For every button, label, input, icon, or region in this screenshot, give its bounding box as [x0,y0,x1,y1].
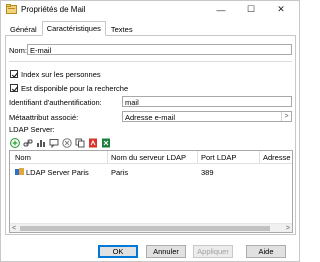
divider [9,61,292,62]
row-server: Paris [111,168,129,177]
chevron-right-icon: > [281,112,291,121]
column-header-server[interactable]: Nom du serveur LDAP [111,153,186,162]
column-header-address[interactable]: Adresse ra [263,153,292,162]
column-divider [259,151,260,164]
scroll-left-icon[interactable]: < [12,224,16,232]
excel-icon[interactable] [101,138,111,148]
name-label: Nom: [9,46,27,55]
close-button[interactable]: ✕ [267,1,295,18]
pdf-icon[interactable] [88,138,98,148]
scroll-right-icon[interactable]: > [286,224,290,232]
remove-icon[interactable] [62,138,72,148]
app-icon [6,4,17,14]
cancel-button[interactable]: Annuler [146,245,186,258]
add-icon[interactable] [10,138,20,148]
auth-label: Identifiant d'authentification: [9,98,102,107]
maximize-button[interactable]: ☐ [237,1,265,18]
window-title: Propriétés de Mail [21,5,86,14]
column-header-port[interactable]: Port LDAP [201,153,236,162]
table-row[interactable]: LDAP Server Paris Paris 389 [10,165,292,185]
dialog-footer: OK Annuler Appliquer Aide [1,241,299,262]
name-field[interactable]: E-mail [27,44,292,55]
comment-icon[interactable] [49,138,59,149]
index-label: Index sur les personnes [21,70,101,79]
tab-strip: Général Caractéristiques Textes [5,21,138,36]
meta-label: Métaattribut associé: [9,113,79,122]
ldap-server-table: Nom Nom du serveur LDAP Port LDAP Adress… [9,150,293,233]
properties-dialog: Propriétés de Mail — ☐ ✕ Général Caracté… [0,0,300,262]
meta-select[interactable]: Adresse e-mail > [122,111,292,122]
search-checkbox[interactable] [10,84,19,92]
ldap-toolbar [10,138,111,150]
tab-general[interactable]: Général [5,22,42,35]
column-header-name[interactable]: Nom [15,153,31,162]
meta-select-value: Adresse e-mail [125,113,176,122]
column-divider [197,151,198,164]
index-checkbox[interactable] [10,70,19,78]
ok-button[interactable]: OK [98,245,138,258]
tab-caracteristiques[interactable]: Caractéristiques [41,21,106,36]
ldap-label: LDAP Server: [9,125,55,134]
scroll-thumb[interactable] [20,226,270,231]
row-port: 389 [201,168,214,177]
auth-field[interactable]: mail [122,96,292,107]
horizontal-scrollbar[interactable]: < > [10,223,292,232]
tab-panel: Nom: E-mail Index sur les personnes Est … [5,35,296,235]
ldap-server-icon [15,168,24,176]
apply-button[interactable]: Appliquer [193,245,233,258]
table-header: Nom Nom du serveur LDAP Port LDAP Adress… [10,151,292,164]
row-name: LDAP Server Paris [26,168,89,177]
link-icon[interactable] [23,138,33,148]
title-bar: Propriétés de Mail — ☐ ✕ [1,1,299,18]
tab-textes[interactable]: Textes [106,22,138,35]
search-label: Est disponible pour la recherche [21,84,129,93]
copy-icon[interactable] [75,138,85,148]
help-button[interactable]: Aide [246,245,286,258]
chart-icon[interactable] [36,138,46,148]
column-divider [107,151,108,164]
minimize-button[interactable]: — [207,1,235,18]
